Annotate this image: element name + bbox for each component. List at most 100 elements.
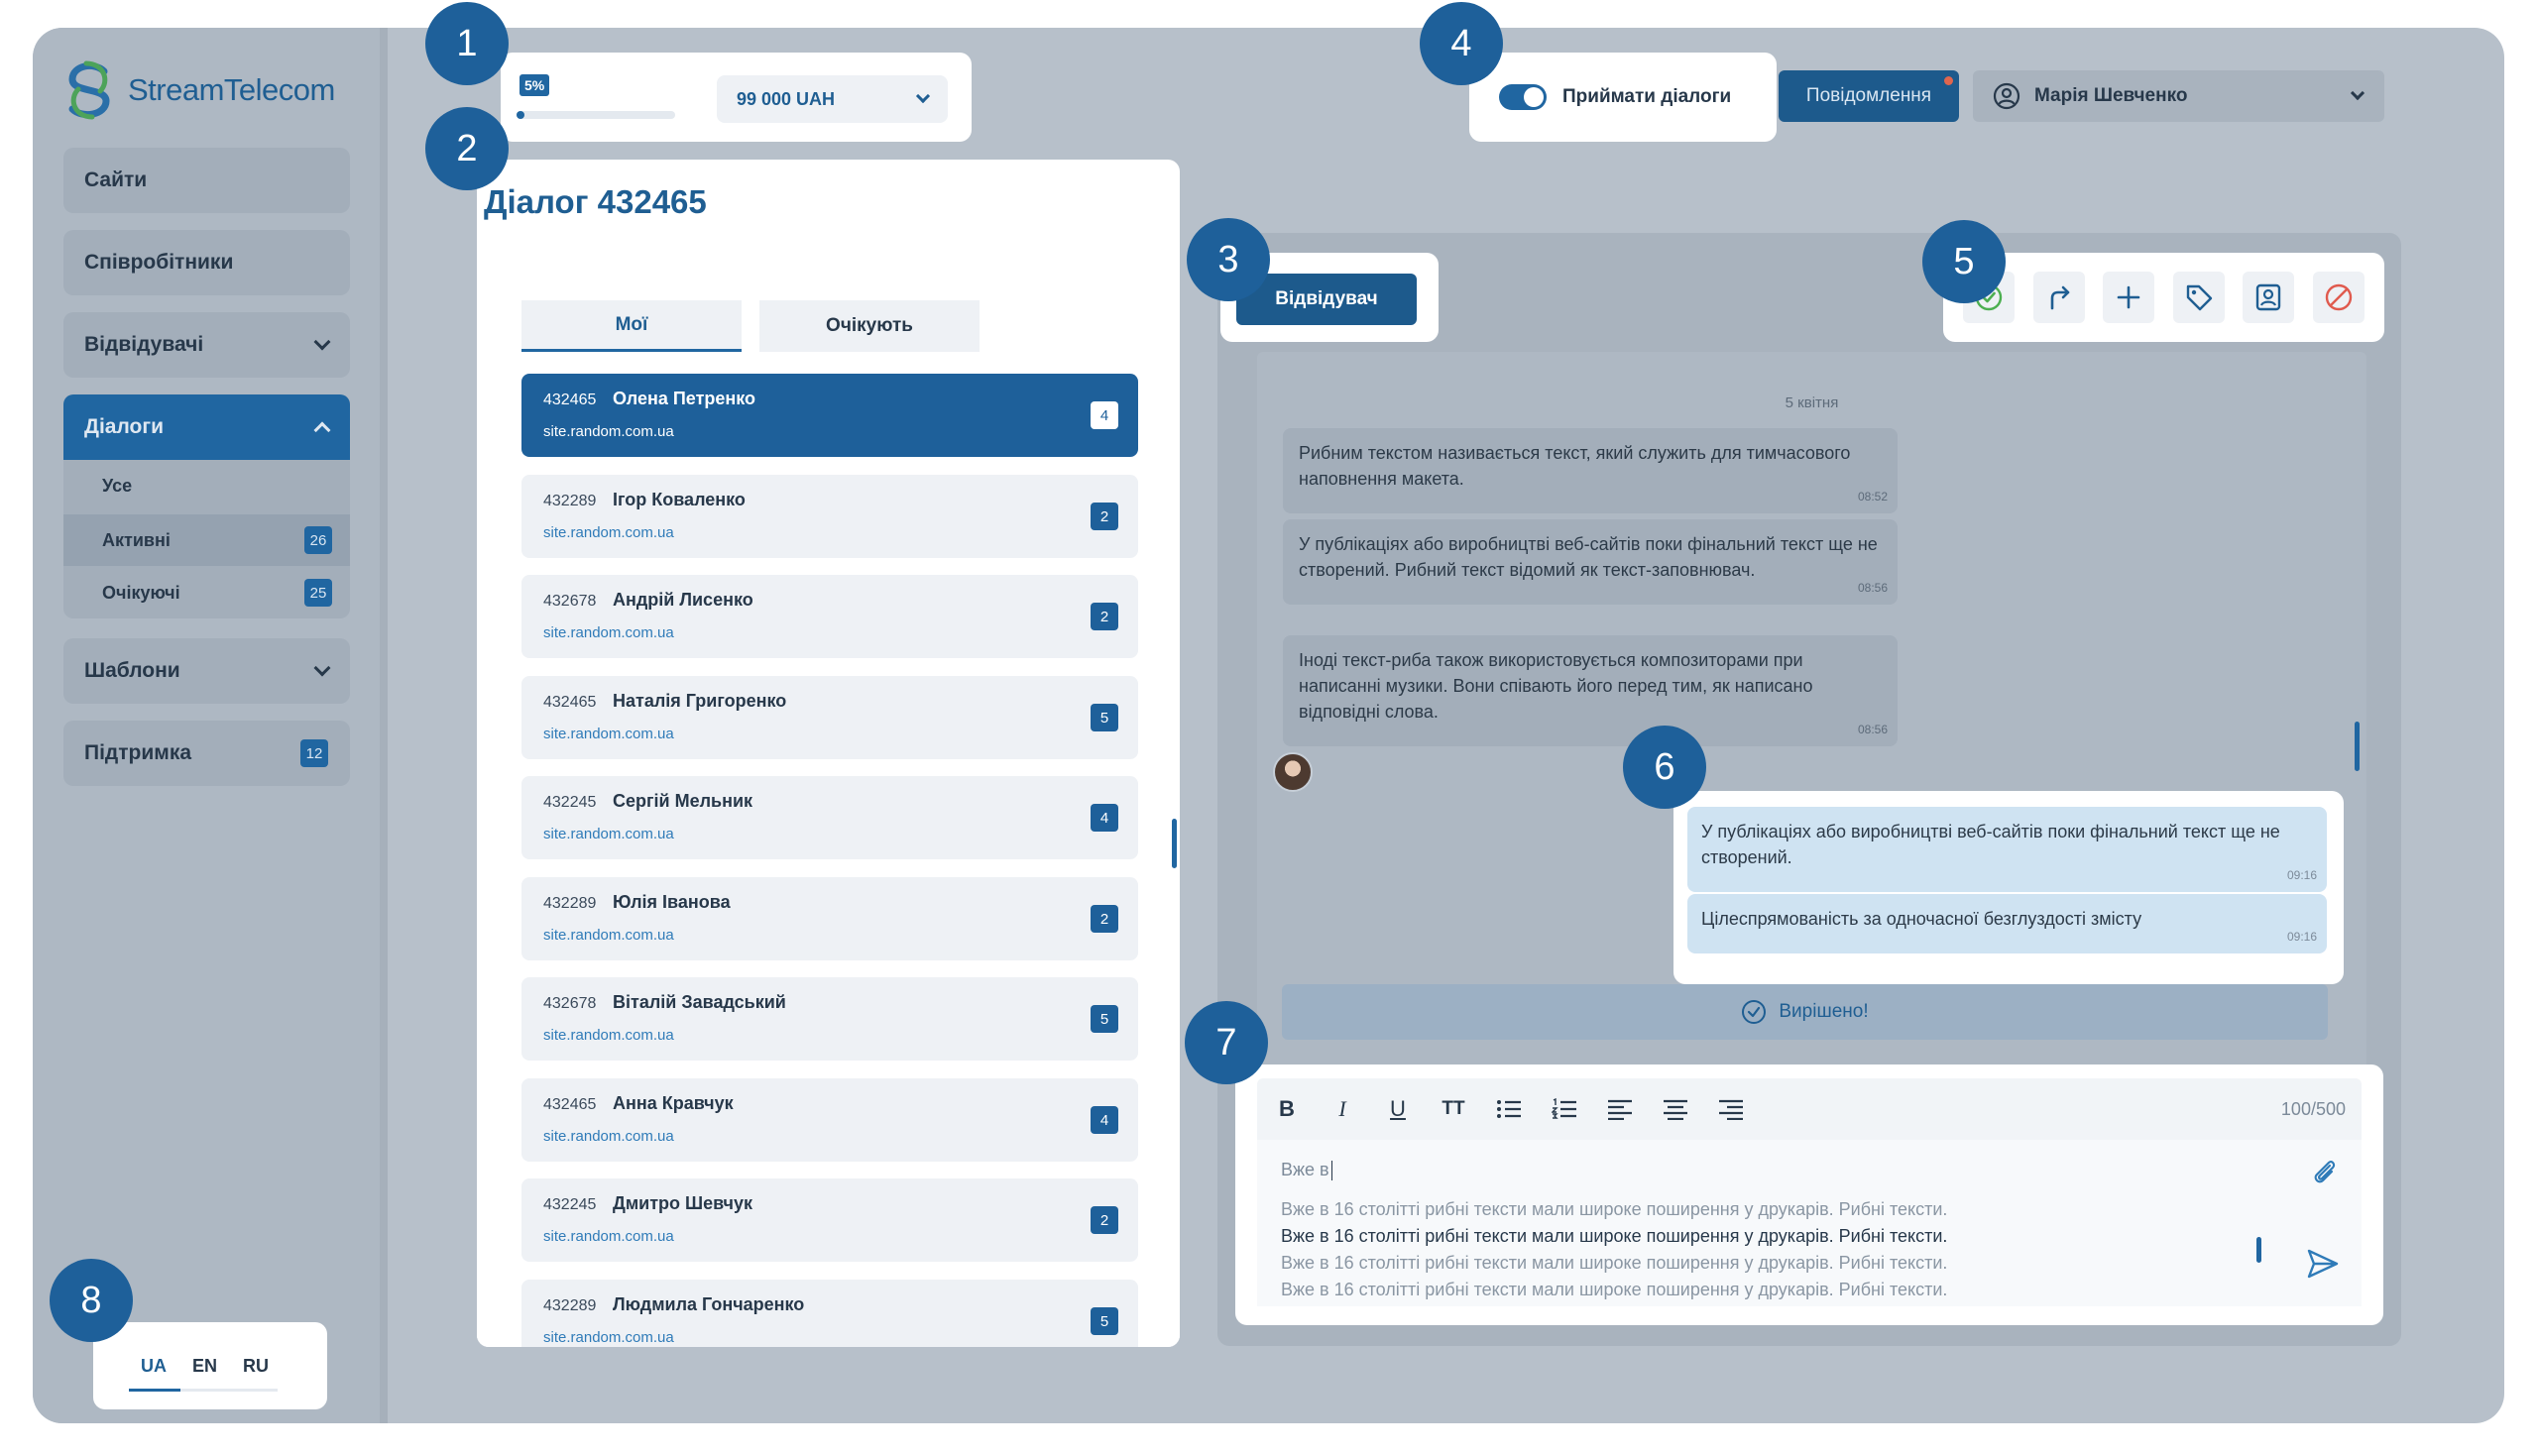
dialog-site: site.random.com.ua bbox=[543, 927, 674, 944]
paperclip-icon[interactable] bbox=[2308, 1156, 2340, 1187]
bullet-list-icon bbox=[1497, 1100, 1521, 1118]
align-center-button[interactable] bbox=[1662, 1095, 1689, 1123]
dialog-contact-name: Андрій Лисенко bbox=[613, 590, 753, 610]
align-left-button[interactable] bbox=[1606, 1095, 1634, 1123]
suggestion-scrollbar[interactable] bbox=[2256, 1237, 2261, 1263]
dialog-actions bbox=[1943, 253, 2384, 342]
callout-marker: 1 bbox=[425, 2, 509, 85]
sidebar-divider bbox=[380, 28, 388, 1423]
chevron-up-icon bbox=[313, 421, 331, 439]
dialog-tabs: Мої Очікують bbox=[477, 263, 1180, 372]
sidebar-item-support[interactable]: Підтримка 12 bbox=[63, 721, 350, 786]
underline-button[interactable]: U bbox=[1384, 1095, 1412, 1123]
callout-marker: 5 bbox=[1922, 220, 2006, 303]
tag-button[interactable] bbox=[2172, 272, 2225, 323]
dialog-contact-name: Юлія Іванова bbox=[613, 892, 731, 912]
language-option-ru[interactable]: RU bbox=[243, 1356, 269, 1377]
dialog-row[interactable]: 432245 Сергій Мельник site.random.com.ua… bbox=[521, 776, 1138, 859]
add-button[interactable] bbox=[2103, 272, 2155, 323]
message-text: У публікаціях або виробництві веб-сайтів… bbox=[1299, 534, 1878, 580]
dialog-id: 432289 bbox=[543, 1297, 597, 1314]
unread-count-badge: 4 bbox=[1091, 804, 1118, 832]
dialog-row[interactable]: 432289 Людмила Гончаренко site.random.co… bbox=[521, 1280, 1138, 1347]
count-badge: 25 bbox=[304, 579, 332, 607]
dialog-site: site.random.com.ua bbox=[543, 1228, 674, 1245]
incoming-message: Іноді текст-риба також використовується … bbox=[1283, 635, 1898, 746]
list-scrollbar[interactable] bbox=[1172, 819, 1177, 868]
chevron-down-icon bbox=[2350, 85, 2365, 101]
callout-marker: 7 bbox=[1185, 1001, 1268, 1084]
submenu-item-active[interactable]: Активні 26 bbox=[63, 514, 350, 566]
bold-button[interactable]: B bbox=[1273, 1095, 1301, 1123]
resolved-label: Вирішено! bbox=[1779, 1001, 1869, 1022]
sidebar-item-templates[interactable]: Шаблони bbox=[63, 638, 350, 704]
forward-button[interactable] bbox=[2032, 272, 2085, 323]
dialog-id: 432678 bbox=[543, 593, 597, 610]
brand-name: StreamTelecom bbox=[128, 72, 335, 107]
dialog-row[interactable]: 432465 Анна Кравчук site.random.com.ua 4 bbox=[521, 1078, 1138, 1162]
outgoing-messages: У публікаціях або виробництві веб-сайтів… bbox=[1673, 791, 2344, 984]
message-text: Цілеспрямованість за одночасної безглузд… bbox=[1701, 909, 2142, 929]
user-menu[interactable]: Марія Шевченко bbox=[1973, 70, 2384, 122]
messages-button[interactable]: Повідомлення bbox=[1779, 70, 1959, 122]
suggestion-item[interactable]: Вже в 16 столітті рибні тексти мали широ… bbox=[1281, 1280, 1947, 1300]
chat-date: 5 квітня bbox=[1785, 394, 1839, 411]
balance-select[interactable]: 99 000 UAH bbox=[717, 75, 948, 123]
dialog-list-body: Мої Очікують 432465 Олена Петренко site.… bbox=[477, 263, 1180, 1347]
submenu-item-pending[interactable]: Очікуючі 25 bbox=[63, 567, 350, 618]
dialog-row[interactable]: 432678 Андрій Лисенко site.random.com.ua… bbox=[521, 575, 1138, 658]
numbered-list-button[interactable] bbox=[1551, 1095, 1578, 1123]
dialog-row[interactable]: 432465 Олена Петренко site.random.com.ua… bbox=[521, 374, 1138, 457]
dialog-site: site.random.com.ua bbox=[543, 1329, 674, 1346]
text-size-button[interactable]: TT bbox=[1440, 1095, 1467, 1123]
dialog-row[interactable]: 432289 Юлія Іванова site.random.com.ua 2 bbox=[521, 877, 1138, 960]
submenu-item-label: Активні bbox=[102, 529, 171, 550]
block-button[interactable] bbox=[2312, 272, 2365, 323]
language-option-ua[interactable]: UA bbox=[141, 1356, 167, 1377]
dialog-row[interactable]: 432465 Наталія Григоренко site.random.co… bbox=[521, 676, 1138, 759]
plus-icon bbox=[2117, 285, 2140, 309]
sidebar-item-dialogs[interactable]: Діалоги bbox=[63, 394, 350, 460]
outgoing-message: Цілеспрямованість за одночасної безглузд… bbox=[1687, 894, 2327, 953]
align-center-icon bbox=[1664, 1099, 1687, 1120]
dialog-row[interactable]: 432245 Дмитро Шевчук site.random.com.ua … bbox=[521, 1178, 1138, 1262]
send-icon[interactable] bbox=[2306, 1247, 2340, 1281]
dialog-row[interactable]: 432678 Віталій Завадський site.random.co… bbox=[521, 977, 1138, 1061]
suggestion-item[interactable]: Вже в 16 столітті рибні тексти мали широ… bbox=[1281, 1199, 1947, 1220]
align-right-icon bbox=[1719, 1099, 1743, 1120]
suggestion-item[interactable]: Вже в 16 столітті рибні тексти мали широ… bbox=[1281, 1253, 1947, 1274]
sidebar-item-visitors[interactable]: Відвідувачі bbox=[63, 312, 350, 378]
balance-percent: 5% bbox=[519, 74, 550, 96]
tab-mine[interactable]: Мої bbox=[521, 300, 742, 352]
suggestion-item[interactable]: Вже в 16 столітті рибні тексти мали широ… bbox=[1281, 1226, 1947, 1247]
unread-count-badge: 4 bbox=[1091, 401, 1118, 429]
tab-waiting[interactable]: Очікують bbox=[759, 300, 980, 352]
language-option-en[interactable]: EN bbox=[192, 1356, 217, 1377]
contact-card-icon bbox=[2256, 283, 2281, 311]
chevron-down-icon bbox=[313, 659, 331, 677]
align-right-button[interactable] bbox=[1717, 1095, 1745, 1123]
unread-count-badge: 2 bbox=[1091, 503, 1118, 530]
accept-dialogs-label: Приймати діалоги bbox=[1562, 86, 1732, 107]
message-input[interactable]: Вже в Вже в 16 столітті рибні тексти мал… bbox=[1257, 1140, 2362, 1306]
callout-marker: 4 bbox=[1420, 2, 1503, 85]
submenu-item-label: Усе bbox=[102, 475, 133, 496]
sidebar-item-sites[interactable]: Сайти bbox=[63, 148, 350, 213]
message-time: 08:56 bbox=[1857, 581, 1888, 595]
dialog-site: site.random.com.ua bbox=[543, 1128, 674, 1145]
dialog-id: 432245 bbox=[543, 1196, 597, 1213]
dialog-contact-name: Дмитро Шевчук bbox=[613, 1193, 752, 1213]
dialog-site: site.random.com.ua bbox=[543, 423, 674, 440]
contact-card-button[interactable] bbox=[2243, 272, 2295, 323]
italic-button[interactable]: I bbox=[1328, 1095, 1356, 1123]
sidebar-item-label: Діалоги bbox=[84, 415, 165, 438]
sidebar-item-employees[interactable]: Співробітники bbox=[63, 230, 350, 295]
toggle-switch[interactable] bbox=[1499, 84, 1547, 110]
char-counter: 100/500 bbox=[2280, 1098, 2346, 1119]
dialog-row[interactable]: 432289 Ігор Коваленко site.random.com.ua… bbox=[521, 475, 1138, 558]
submenu-item-all[interactable]: Усе bbox=[63, 460, 350, 511]
dialog-id: 432465 bbox=[543, 1096, 597, 1113]
bullet-list-button[interactable] bbox=[1495, 1095, 1523, 1123]
chat-scrollbar[interactable] bbox=[2355, 722, 2360, 771]
accept-dialogs-toggle[interactable]: Приймати діалоги bbox=[1469, 53, 1777, 142]
